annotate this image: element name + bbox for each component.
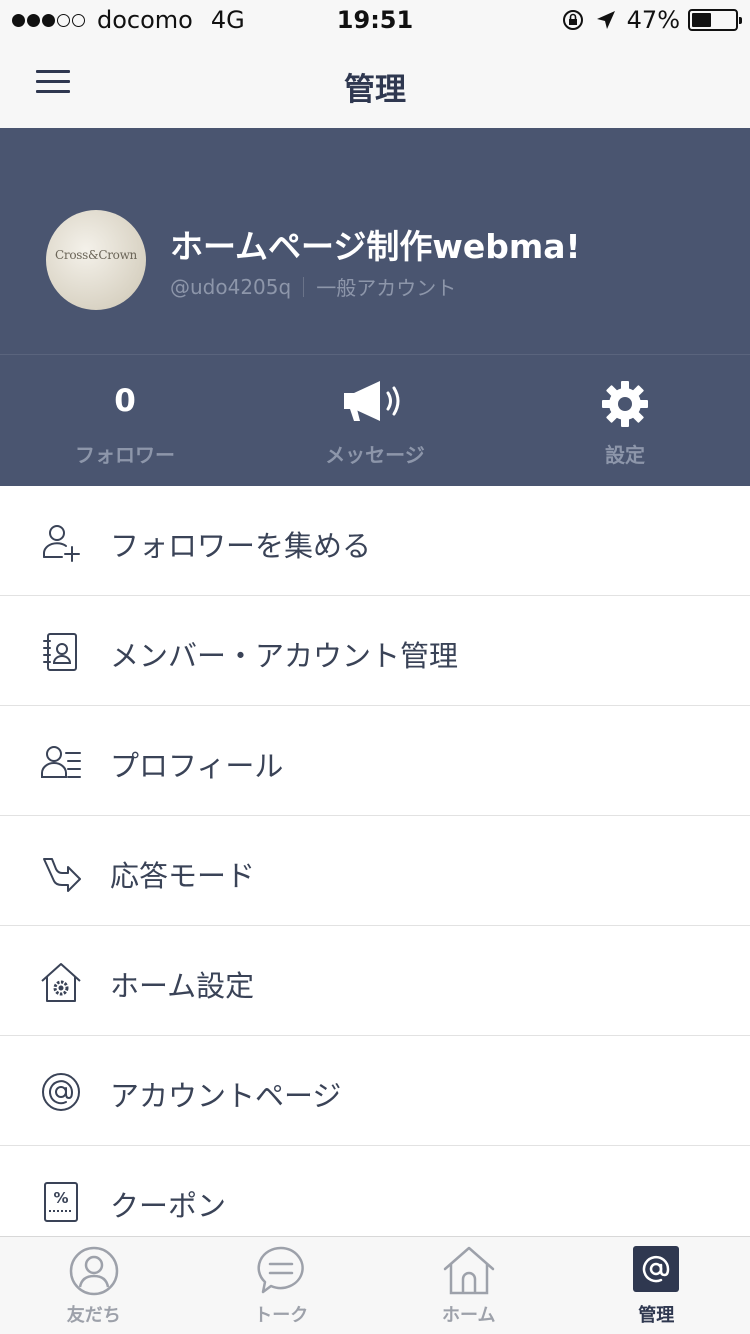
- home-settings-icon: [41, 963, 81, 1002]
- follower-count: 0: [114, 383, 136, 419]
- friends-icon: [69, 1246, 118, 1296]
- carrier-name: docomo: [97, 6, 193, 34]
- add-follower-icon: [43, 525, 80, 562]
- stats-row: 0 フォロワー メッセージ 設定: [0, 355, 750, 486]
- menu-item-member-account[interactable]: メンバー・アカウント管理: [0, 596, 750, 706]
- menu-item-label: メンバー・アカウント管理: [110, 639, 459, 673]
- rotation-lock-icon: [562, 10, 583, 30]
- status-left: docomo 4G: [12, 6, 245, 34]
- signal-dot: [72, 13, 85, 27]
- menu-item-label: クーポン: [110, 1189, 227, 1223]
- menu-item-home-settings[interactable]: ホーム設定: [0, 926, 750, 1036]
- home-icon: [443, 1246, 494, 1295]
- tab-label: トーク: [254, 1305, 309, 1326]
- tab-bar: 友だち トーク ホーム 管理: [0, 1236, 750, 1334]
- network-type: 4G: [210, 6, 245, 34]
- reply-arrow-icon: [43, 858, 81, 892]
- menu-item-profile[interactable]: プロフィール: [0, 706, 750, 816]
- message-button[interactable]: メッセージ: [250, 355, 500, 486]
- battery-icon: [688, 9, 742, 31]
- menu-item-label: ホーム設定: [110, 969, 255, 1003]
- manage-at-icon: [633, 1246, 680, 1292]
- battery-fill: [692, 13, 712, 27]
- gear-icon: [602, 381, 648, 427]
- account-meta: @udo4205q 一般アカウント: [170, 272, 456, 301]
- account-type: 一般アカウント: [316, 276, 457, 300]
- menu-item-account-page[interactable]: アカウントページ: [0, 1036, 750, 1146]
- talk-bubble-icon: [257, 1246, 305, 1294]
- account-handle: @udo4205q: [170, 274, 292, 299]
- avatar-logo-text: Cross&Crown: [55, 248, 137, 262]
- message-label: メッセージ: [325, 443, 425, 467]
- signal-strength-icon: [12, 13, 87, 27]
- hamburger-icon[interactable]: [36, 70, 70, 94]
- megaphone-icon: [344, 381, 400, 421]
- signal-dot: [42, 13, 55, 27]
- tab-manage[interactable]: 管理: [563, 1237, 750, 1334]
- status-right: 47%: [561, 6, 742, 34]
- avatar[interactable]: Cross&Crown: [46, 210, 146, 310]
- address-book-icon: [43, 633, 77, 671]
- tab-talk[interactable]: トーク: [188, 1237, 376, 1334]
- menu-item-label: プロフィール: [110, 749, 284, 783]
- hamburger-line: [36, 80, 70, 83]
- menu-item-label: フォロワーを集める: [110, 529, 372, 563]
- location-arrow-icon: [596, 11, 615, 29]
- tab-label: ホーム: [442, 1305, 496, 1326]
- tab-label: 管理: [638, 1305, 675, 1326]
- profile-header: Cross&Crown ホームページ制作webma! @udo4205q 一般ア…: [0, 128, 750, 486]
- manage-menu: フォロワーを集める メンバー・アカウント管理 プロフィール 応答モード ホーム設…: [0, 486, 750, 1256]
- page-title: 管理: [344, 72, 406, 108]
- signal-dot: [12, 13, 25, 27]
- menu-item-label: アカウントページ: [110, 1079, 342, 1113]
- meta-divider: [303, 276, 305, 297]
- svg-text:%: %: [53, 1189, 68, 1207]
- at-sign-icon: [42, 1073, 80, 1111]
- tab-home[interactable]: ホーム: [375, 1237, 563, 1334]
- signal-dot: [57, 13, 70, 27]
- menu-item-reply-mode[interactable]: 応答モード: [0, 816, 750, 926]
- status-bar: docomo 4G 19:51 47%: [0, 0, 750, 40]
- account-name: ホームページ制作webma!: [170, 227, 581, 266]
- battery-percent: 47%: [626, 6, 680, 34]
- followers-label: フォロワー: [75, 443, 175, 467]
- settings-label: 設定: [605, 443, 645, 467]
- followers-stat[interactable]: 0 フォロワー: [0, 355, 250, 486]
- hamburger-line: [36, 70, 70, 73]
- menu-item-collect-followers[interactable]: フォロワーを集める: [0, 486, 750, 596]
- coupon-icon: %: [44, 1182, 78, 1222]
- tab-label: 友だち: [66, 1305, 121, 1326]
- profile-icon: [41, 746, 81, 778]
- nav-bar: 管理: [0, 40, 750, 128]
- menu-item-label: 応答モード: [110, 859, 256, 893]
- tab-friends[interactable]: 友だち: [0, 1237, 188, 1334]
- settings-button[interactable]: 設定: [500, 355, 750, 486]
- signal-dot: [27, 13, 40, 27]
- hamburger-line: [36, 90, 70, 93]
